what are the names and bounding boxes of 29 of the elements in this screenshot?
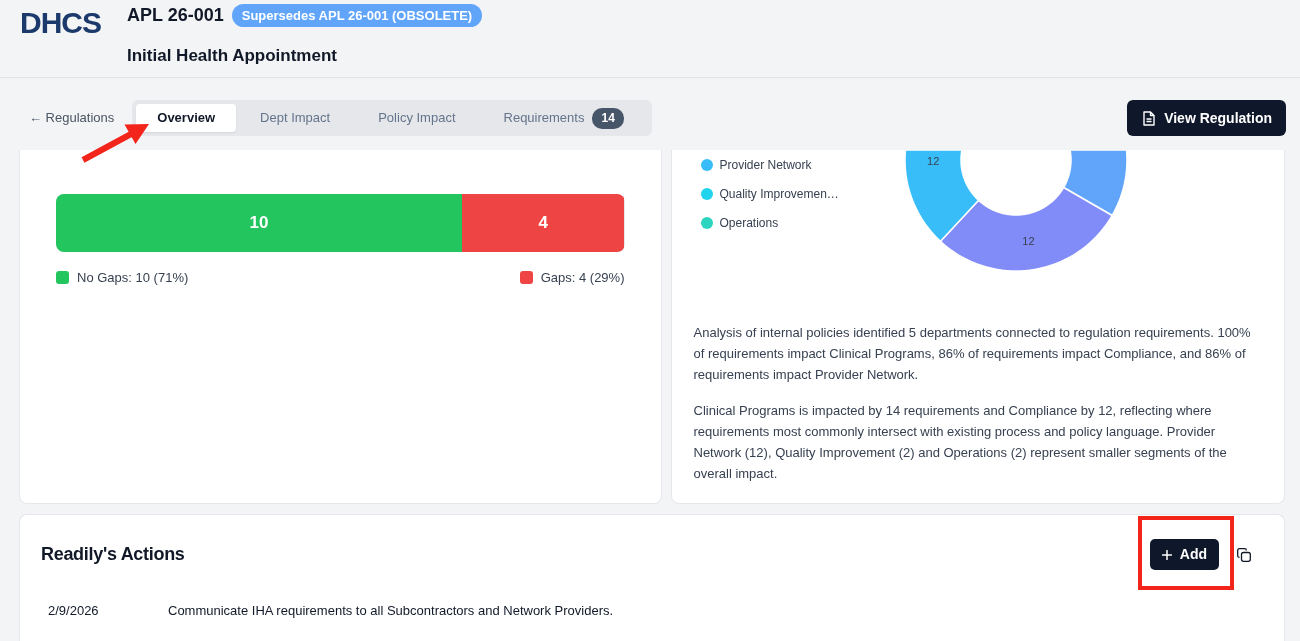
add-button[interactable]: Add [1149, 539, 1219, 570]
page-title: Initial Health Appointment [127, 45, 338, 66]
document-code: APL 26-001 [127, 4, 224, 27]
action-text: Communicate IHA requirements to all Subcontractors and Network Providers. [168, 602, 614, 620]
plus-icon [1161, 549, 1172, 560]
legend-label: Provider Network [719, 156, 812, 174]
tab[interactable]: Policy Impact [354, 104, 480, 132]
section-title: Readily's Actions [41, 543, 185, 566]
logo: DHCS [20, 6, 102, 40]
summary-paragraph: Clinical Programs is impacted by 14 requirements and Compliance by 12, reflecting where requirements most commonly intersect with existing process and policy language. Provider Network (12), Quality Improvement (2) and Operations (2) represent smaller segments of the overall impact. [693, 402, 1228, 483]
tab[interactable]: Overview [136, 104, 237, 132]
legend-label: No Gaps: 10 (71%) [77, 269, 189, 287]
slice-label: 12 [926, 154, 939, 167]
count-badge: 14 [592, 107, 624, 129]
bar-segment: 10 [56, 194, 462, 252]
view-regulation-button[interactable]: View Regulation [1127, 100, 1286, 136]
tab[interactable]: Requirements 14 [479, 104, 648, 132]
legend-label: Gaps: 4 (29%) [540, 269, 625, 287]
tab[interactable]: Dept Impact [236, 104, 355, 132]
back-link[interactable]: ← Regulations [29, 108, 115, 128]
slice-label: 12 [1021, 235, 1035, 247]
status-badge: Supersedes APL 26-001 (OBSOLETE) [231, 4, 483, 27]
legend-label: Operations [719, 214, 779, 232]
bar-segment: 4 [461, 194, 625, 252]
legend-label: Quality Improvemen… [719, 185, 839, 203]
summary-paragraph: Analysis of internal policies identified 5 departments connected to regulation requirements. 100% of requirements impact Clinical Programs, 86% of requirements impact Compliance, and 86% of requirements impact Provider Network. [693, 324, 1252, 384]
action-date: 2/9/2026 [47, 602, 100, 620]
document-icon [1143, 110, 1156, 126]
copy-icon[interactable] [1237, 547, 1251, 562]
